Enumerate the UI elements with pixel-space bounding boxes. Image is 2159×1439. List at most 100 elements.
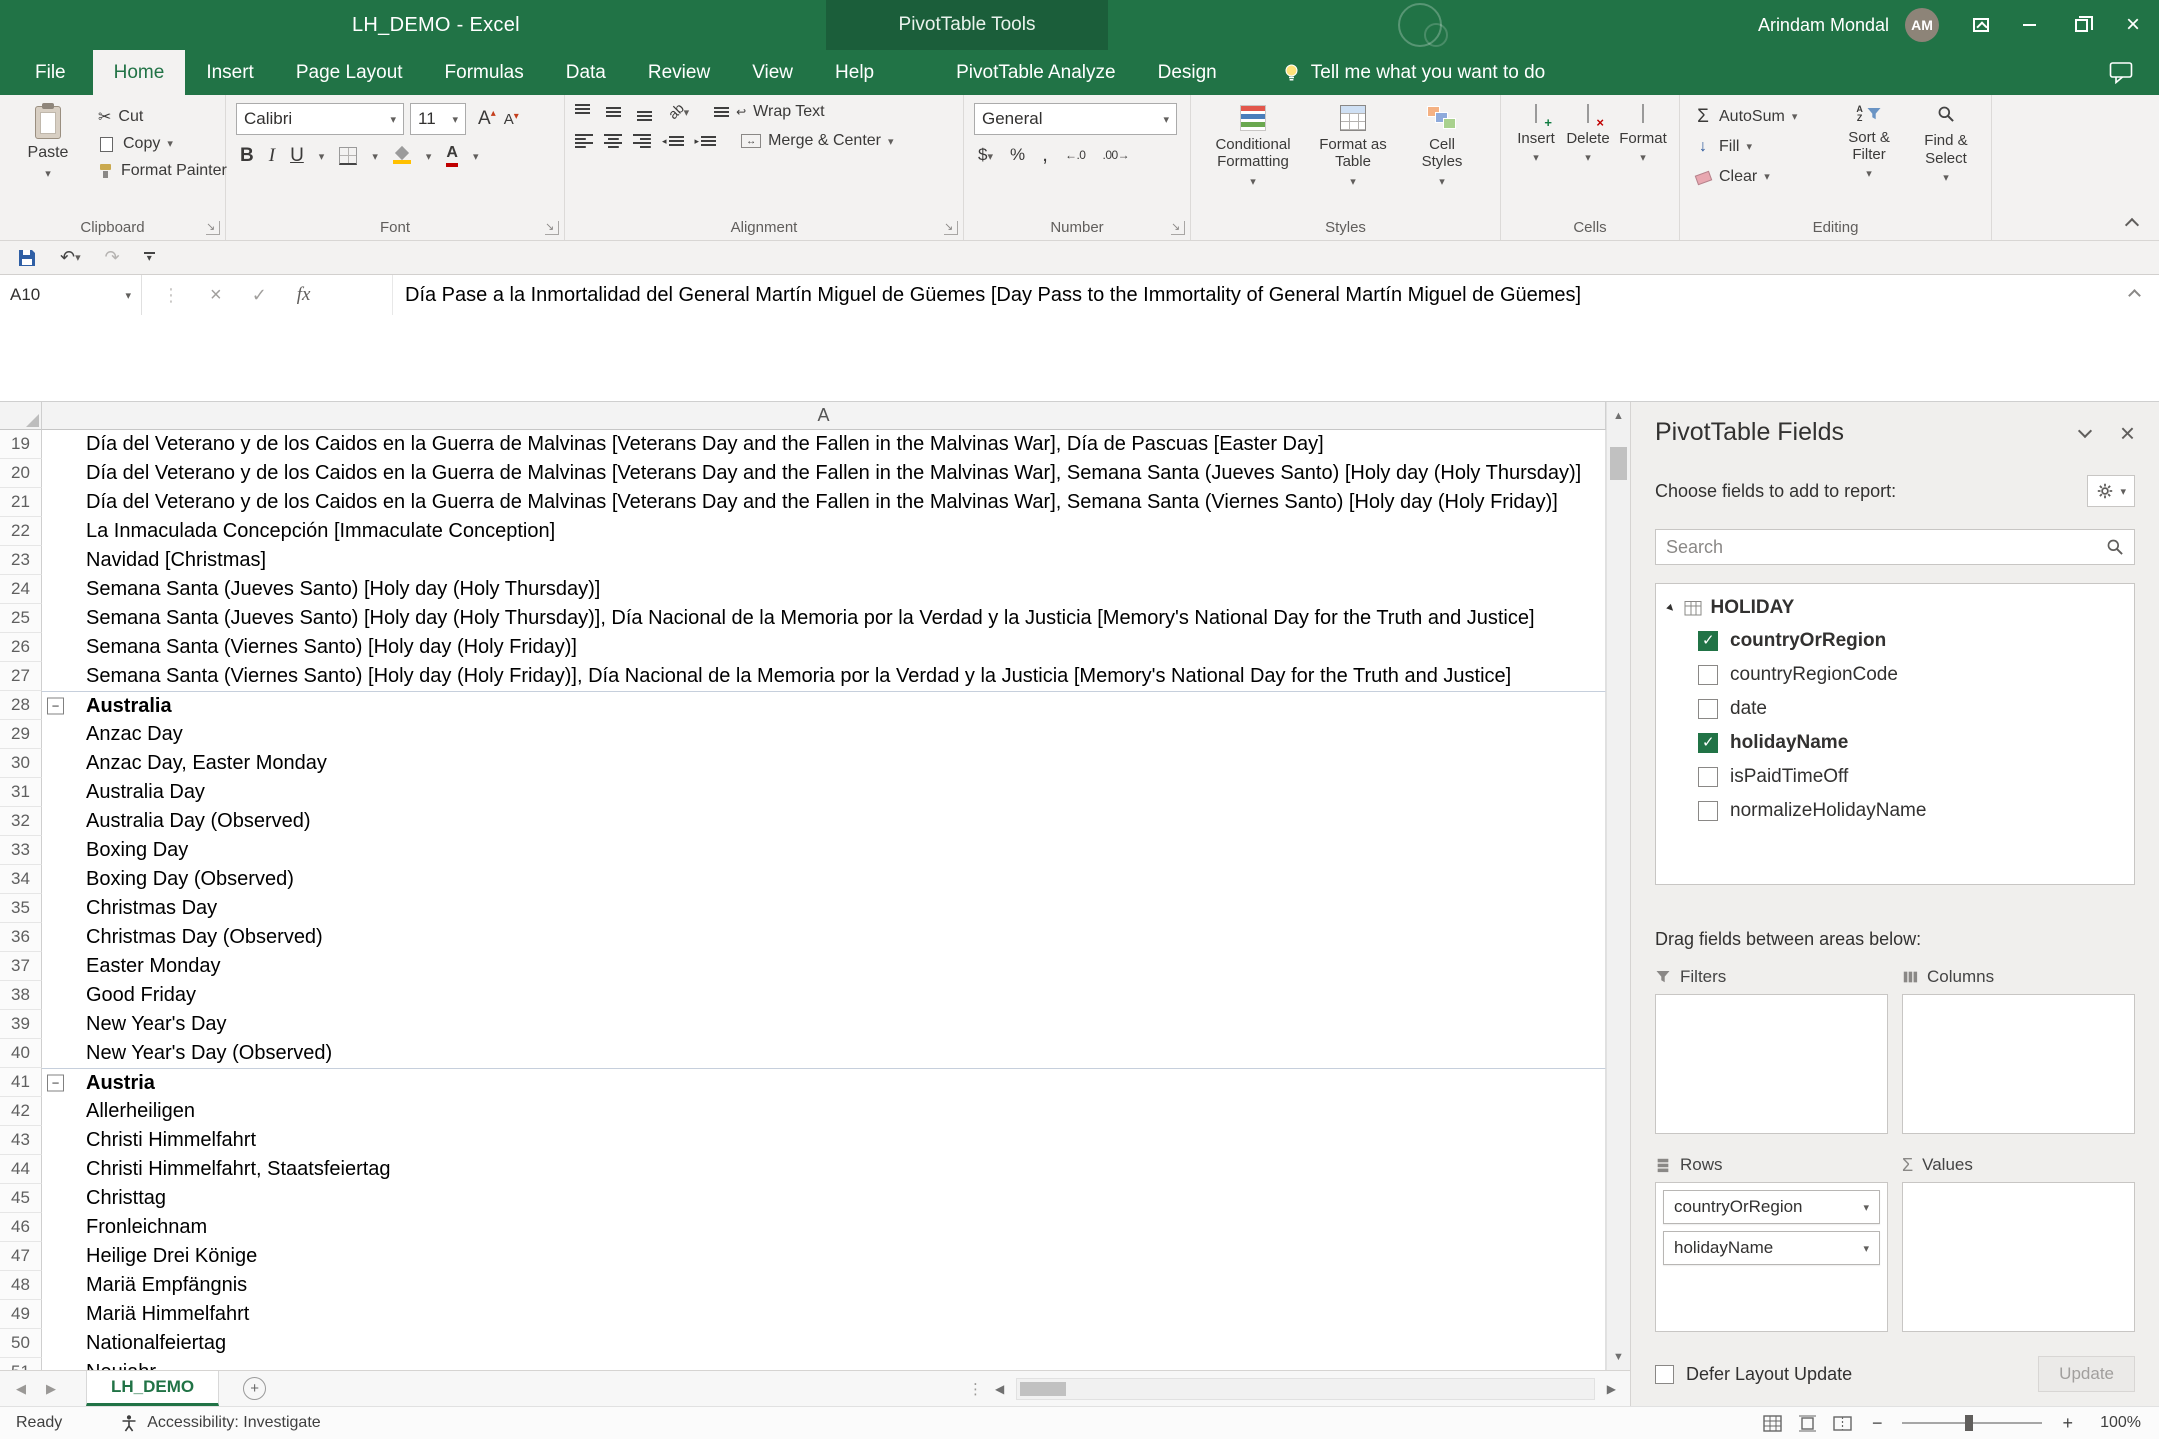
rows-area-field-holidayname[interactable]: holidayName▾	[1663, 1231, 1880, 1265]
row-header[interactable]: 19	[0, 430, 42, 459]
row-header[interactable]: 40	[0, 1039, 42, 1068]
new-sheet-button[interactable]: +	[243, 1377, 266, 1400]
tab-home[interactable]: Home	[93, 50, 186, 95]
field-item-date[interactable]: date	[1656, 692, 2134, 726]
cell[interactable]: Mariä Himmelfahrt	[42, 1300, 1606, 1329]
autosum-button[interactable]: ΣAutoSum▾	[1690, 103, 1829, 130]
field-item-ispaidtimeoff[interactable]: isPaidTimeOff	[1656, 760, 2134, 794]
table-holiday[interactable]: ▸ HOLIDAY	[1656, 592, 2134, 624]
tab-data[interactable]: Data	[545, 50, 627, 95]
row-header[interactable]: 45	[0, 1184, 42, 1213]
wrap-text-button[interactable]: ↩Wrap Text	[714, 103, 825, 121]
zoom-slider[interactable]	[1902, 1422, 2042, 1424]
field-item-countryregioncode[interactable]: countryRegionCode	[1656, 658, 2134, 692]
cell[interactable]: Anzac Day	[42, 720, 1606, 749]
cell[interactable]: Christmas Day	[42, 894, 1606, 923]
values-area-zone[interactable]	[1902, 1182, 2135, 1332]
sheet-tab-lh-demo[interactable]: LH_DEMO	[86, 1371, 219, 1406]
row-header[interactable]: 31	[0, 778, 42, 807]
scroll-up-button[interactable]: ▲	[1607, 402, 1630, 429]
tab-view[interactable]: View	[731, 50, 814, 95]
cell[interactable]: Neujahr	[42, 1358, 1606, 1370]
next-sheet-button[interactable]: ▶	[46, 1381, 56, 1397]
row-header[interactable]: 41	[0, 1068, 42, 1097]
paste-button[interactable]: Paste ▾	[10, 103, 86, 214]
columns-area-zone[interactable]	[1902, 994, 2135, 1134]
field-checkbox[interactable]	[1698, 767, 1718, 787]
cell[interactable]: New Year's Day (Observed)	[42, 1039, 1606, 1068]
comma-style-button[interactable]: ,	[1042, 149, 1048, 162]
cell[interactable]: Semana Santa (Jueves Santo) [Holy day (H…	[42, 604, 1606, 633]
collapse-ribbon-button[interactable]	[2125, 218, 2139, 232]
row-header[interactable]: 27	[0, 662, 42, 691]
row-header[interactable]: 22	[0, 517, 42, 546]
row-header[interactable]: 50	[0, 1329, 42, 1358]
row-header[interactable]: 46	[0, 1213, 42, 1242]
close-button[interactable]: ×	[2107, 0, 2159, 50]
zoom-in-button[interactable]: +	[2058, 1413, 2077, 1434]
field-checkbox[interactable]	[1698, 733, 1718, 753]
select-all-corner[interactable]	[0, 402, 42, 430]
cell[interactable]: Día del Veterano y de los Caidos en la G…	[42, 459, 1606, 488]
number-format-combo[interactable]: General▾	[974, 103, 1177, 135]
zoom-level[interactable]: 100%	[2093, 1414, 2141, 1432]
scroll-down-button[interactable]: ▼	[1607, 1343, 1630, 1370]
horizontal-scrollbar[interactable]	[1016, 1378, 1595, 1400]
top-align-button[interactable]	[575, 104, 595, 121]
cell[interactable]: Allerheiligen	[42, 1097, 1606, 1126]
undo-button[interactable]: ↶▾	[60, 247, 81, 268]
cell[interactable]: Christi Himmelfahrt	[42, 1126, 1606, 1155]
row-header[interactable]: 51	[0, 1358, 42, 1370]
field-checkbox[interactable]	[1698, 665, 1718, 685]
row-header[interactable]: 43	[0, 1126, 42, 1155]
clipboard-dialog-launcher[interactable]: ↘	[206, 221, 220, 235]
tab-splitter-handle[interactable]: ⋮	[968, 1380, 983, 1398]
scroll-right-button[interactable]: ▶	[1603, 1382, 1620, 1396]
cell[interactable]: Navidad [Christmas]	[42, 546, 1606, 575]
row-header[interactable]: 36	[0, 923, 42, 952]
field-item-normalizeholidayname[interactable]: normalizeHolidayName	[1656, 794, 2134, 828]
collapse-outline-button[interactable]: −	[47, 698, 64, 715]
rows-area-field-countryorregion[interactable]: countryOrRegion▾	[1663, 1190, 1880, 1224]
update-button[interactable]: Update	[2038, 1356, 2135, 1392]
row-header[interactable]: 35	[0, 894, 42, 923]
name-box[interactable]: A10▾	[0, 275, 142, 315]
fill-button[interactable]: ↓Fill▾	[1690, 133, 1829, 160]
cut-button[interactable]: ✂Cut	[94, 103, 231, 130]
format-cells-button[interactable]: Format ▾	[1615, 103, 1671, 167]
formula-bar-drag-handle[interactable]: ⋮	[162, 285, 180, 306]
cell[interactable]: Nationalfeiertag	[42, 1329, 1606, 1358]
row-header[interactable]: 39	[0, 1010, 42, 1039]
search-box[interactable]	[1655, 529, 2135, 565]
tab-help[interactable]: Help	[814, 50, 895, 95]
filters-area-zone[interactable]	[1655, 994, 1888, 1134]
fill-color-button[interactable]	[393, 148, 411, 164]
zoom-slider-thumb[interactable]	[1965, 1415, 1973, 1431]
cell[interactable]: Good Friday	[42, 981, 1606, 1010]
conditional-formatting-button[interactable]: Conditional Formatting ▾	[1201, 103, 1305, 190]
previous-sheet-button[interactable]: ◀	[16, 1381, 26, 1397]
italic-button[interactable]: I	[269, 145, 275, 167]
accounting-format-button[interactable]: $▾	[978, 145, 993, 165]
merge-center-button[interactable]: ↔Merge & Center▾	[741, 132, 893, 150]
cell[interactable]: Christmas Day (Observed)	[42, 923, 1606, 952]
font-dialog-launcher[interactable]: ↘	[545, 221, 559, 235]
font-name-combo[interactable]: Calibri▾	[236, 103, 404, 135]
align-center-button[interactable]	[604, 134, 622, 148]
row-header[interactable]: 21	[0, 488, 42, 517]
cell[interactable]: Fronleichnam	[42, 1213, 1606, 1242]
formula-text[interactable]: Día Pase a la Inmortalidad del General M…	[392, 275, 2111, 315]
comments-icon[interactable]	[2109, 50, 2133, 95]
increase-font-size-button[interactable]: A▴	[478, 108, 496, 130]
tab-page-layout[interactable]: Page Layout	[275, 50, 424, 95]
underline-button[interactable]: U	[290, 145, 304, 167]
field-checkbox[interactable]	[1698, 631, 1718, 651]
page-break-view-button[interactable]	[1833, 1415, 1852, 1432]
cell[interactable]: Christi Himmelfahrt, Staatsfeiertag	[42, 1155, 1606, 1184]
cell[interactable]: Australia Day (Observed)	[42, 807, 1606, 836]
font-color-button[interactable]: A	[446, 145, 458, 167]
cell[interactable]: Anzac Day, Easter Monday	[42, 749, 1606, 778]
tab-formulas[interactable]: Formulas	[424, 50, 545, 95]
defer-layout-checkbox[interactable]	[1655, 1365, 1674, 1384]
clear-button[interactable]: Clear▾	[1690, 163, 1829, 190]
